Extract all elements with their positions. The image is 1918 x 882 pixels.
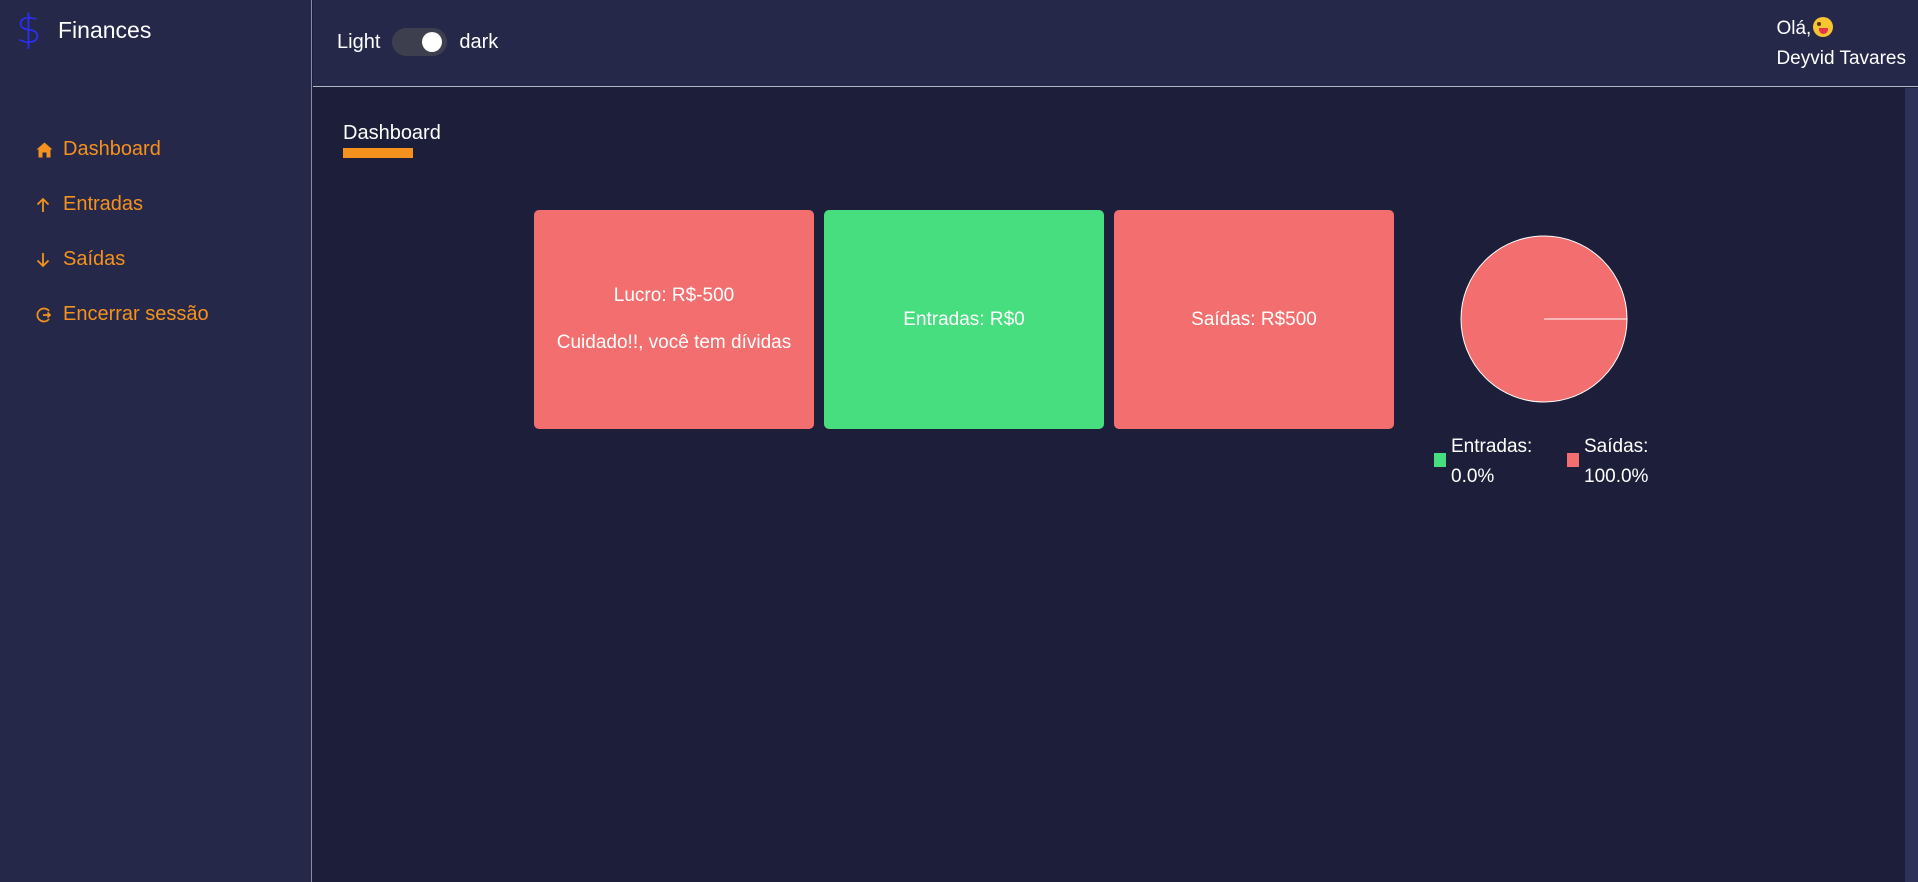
pie-legend: Entradas: 0.0% Saídas: 100.0% [1434, 432, 1678, 492]
theme-light-label: Light [337, 30, 381, 53]
legend-item-entradas: Entradas: 0.0% [1434, 432, 1537, 492]
lucro-value: Lucro: R$-500 [613, 285, 735, 306]
tongue-wink-emoji-icon [1813, 17, 1834, 37]
sidebar-item-label: Dashboard [63, 138, 161, 160]
arrow-down-icon [36, 252, 56, 268]
arrow-up-icon [36, 197, 56, 213]
saidas-card: Saídas: R$500 [1114, 210, 1394, 429]
home-icon [36, 142, 56, 158]
theme-switch[interactable] [392, 28, 448, 56]
title-underline [343, 148, 413, 158]
sidebar-item-saidas[interactable]: Saídas [36, 232, 209, 287]
sidebar-item-label: Entradas [63, 193, 144, 215]
legend-value-entradas: 0.0% [1451, 466, 1495, 487]
entradas-value: Entradas: R$0 [903, 308, 1025, 330]
legend-swatch-entradas [1434, 453, 1446, 467]
lucro-warning: Cuidado!!, você tem dívidas [556, 332, 792, 353]
user-name: Deyvid Tavares [1776, 48, 1906, 69]
user-greeting: Olá, Deyvid Tavares [1776, 14, 1906, 74]
scrollbar[interactable] [1905, 88, 1918, 882]
sidebar-item-label: Saídas [63, 248, 126, 270]
brand[interactable]: $ Finances [16, 10, 151, 50]
brand-name: Finances [58, 16, 152, 43]
dollar-icon: $ [16, 7, 42, 53]
sidebar-item-label: Encerrar sessão [63, 303, 209, 325]
sidebar-item-entradas[interactable]: Entradas [36, 177, 209, 232]
lucro-card: Lucro: R$-500 Cuidado!!, você tem dívida… [534, 210, 814, 429]
sidebar: $ Finances Dashboard Entradas Saídas Enc… [0, 0, 312, 882]
theme-dark-label: dark [459, 30, 499, 53]
sidebar-menu: Dashboard Entradas Saídas Encerrar sessã… [36, 122, 209, 342]
app: $ Finances Dashboard Entradas Saídas Enc… [0, 0, 1918, 882]
legend-item-saidas: Saídas: 100.0% [1567, 432, 1648, 492]
legend-swatch-saidas [1567, 453, 1579, 467]
main-content: Dashboard Lucro: R$-500 Cuidado!!, você … [313, 88, 1905, 882]
page-title: Dashboard [343, 122, 441, 144]
logout-icon [36, 307, 56, 323]
pie-chart [1460, 235, 1628, 403]
legend-label-entradas: Entradas: [1451, 436, 1533, 457]
header: Light dark Olá, Deyvid Tavares [313, 0, 1918, 87]
pie-chart-svg [1460, 235, 1628, 403]
saidas-value: Saídas: R$500 [1191, 308, 1317, 330]
entradas-card: Entradas: R$0 [824, 210, 1104, 429]
legend-label-saidas: Saídas: [1584, 436, 1649, 457]
switch-knob [422, 32, 443, 52]
legend-value-saidas: 100.0% [1584, 466, 1649, 487]
theme-toggle: Light dark [337, 28, 498, 56]
greeting-text: Olá, [1776, 18, 1812, 39]
sidebar-item-dashboard[interactable]: Dashboard [36, 122, 209, 177]
sidebar-item-logout[interactable]: Encerrar sessão [36, 287, 209, 342]
